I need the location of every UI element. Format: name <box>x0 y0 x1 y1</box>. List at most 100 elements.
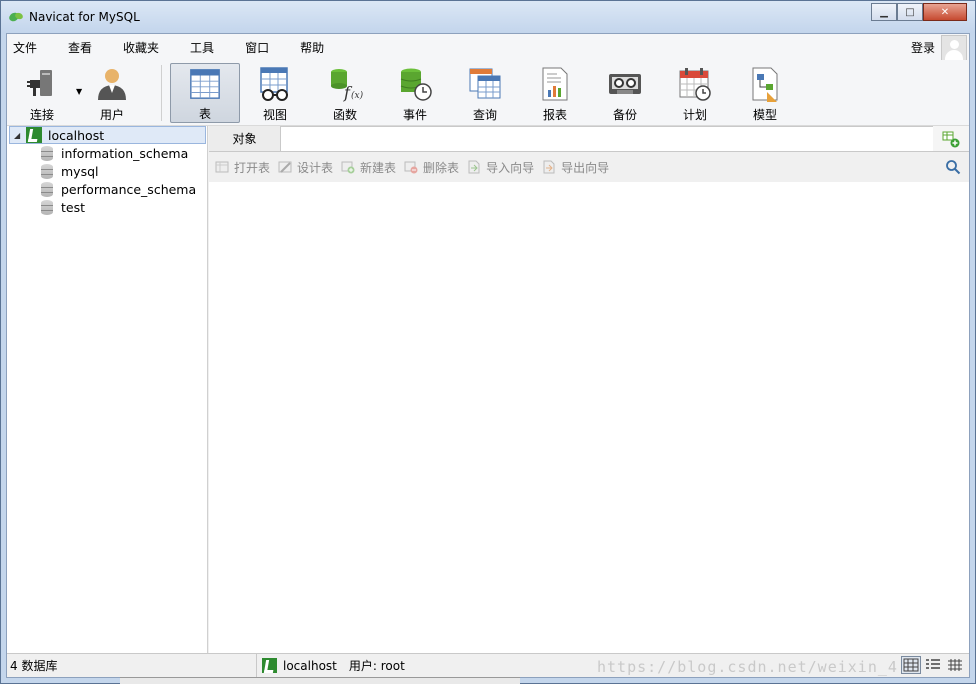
user-avatar-icon[interactable] <box>941 35 967 61</box>
export-wizard-button[interactable]: 导出向导 <box>542 159 609 176</box>
schedule-button[interactable]: 计划 <box>660 63 730 123</box>
new-tab-button[interactable] <box>933 126 969 151</box>
menu-file[interactable]: 文件 <box>7 39 49 56</box>
table-label: 表 <box>198 106 211 121</box>
mysql-connection-icon <box>26 127 42 143</box>
backup-label: 备份 <box>612 107 637 122</box>
status-connection: localhost 用户: root <box>257 657 405 674</box>
database-name: test <box>61 199 86 215</box>
object-list-area[interactable] <box>209 182 969 653</box>
search-icon[interactable] <box>945 159 961 175</box>
model-icon <box>752 67 778 102</box>
user-label: 用户 <box>99 107 124 122</box>
view-mode-switcher <box>899 656 965 674</box>
event-icon <box>400 68 432 101</box>
backup-button[interactable]: 备份 <box>590 63 660 123</box>
tree-database-item[interactable]: test <box>7 198 207 216</box>
er-diagram-icon <box>948 659 962 671</box>
status-connection-name: localhost <box>283 658 337 673</box>
status-bar: 4 数据库 localhost 用户: root https://blog.cs… <box>7 653 969 677</box>
database-name: performance_schema <box>61 181 197 197</box>
tab-bar-filler <box>281 126 933 151</box>
event-button[interactable]: 事件 <box>380 63 450 123</box>
table-button[interactable]: 表 <box>170 62 240 123</box>
menu-help[interactable]: 帮助 <box>294 39 336 56</box>
tree-database-item[interactable]: mysql <box>7 162 207 180</box>
background-window-strip <box>120 677 520 684</box>
database-icon <box>41 163 53 179</box>
title-bar[interactable]: Navicat for MySQL ▁ □ ✕ <box>1 1 975 33</box>
login-link[interactable]: 登录 <box>911 39 935 56</box>
export-icon <box>543 160 555 174</box>
connection-tree: ◢ localhost information_schema mysql per… <box>7 126 208 653</box>
menu-window[interactable]: 窗口 <box>239 39 281 56</box>
function-button[interactable]: f (x) 函数 <box>310 63 380 123</box>
view-icon <box>260 66 288 101</box>
user-icon <box>98 68 126 100</box>
view-button[interactable]: 视图 <box>240 63 310 123</box>
report-icon <box>542 67 568 100</box>
open-table-button[interactable]: 打开表 <box>215 159 270 176</box>
svg-text:(x): (x) <box>351 90 363 101</box>
detail-list-icon <box>926 659 940 669</box>
client-area: 文件 查看 收藏夹 工具 窗口 帮助 登录 连接 ▼ 用户 表 视图 f (x)… <box>6 33 970 678</box>
mysql-connection-icon <box>262 658 277 673</box>
function-label: 函数 <box>332 107 357 122</box>
delete-table-button[interactable]: 删除表 <box>404 159 459 176</box>
report-label: 报表 <box>542 107 567 122</box>
event-label: 事件 <box>402 107 427 122</box>
report-button[interactable]: 报表 <box>520 63 590 123</box>
tree-database-item[interactable]: information_schema <box>7 144 207 162</box>
menu-tools[interactable]: 工具 <box>184 39 226 56</box>
er-view-button[interactable] <box>945 656 965 674</box>
action-label: 打开表 <box>234 160 271 175</box>
action-label: 导入向导 <box>486 160 535 175</box>
delete-table-icon <box>404 161 418 174</box>
database-name: information_schema <box>61 145 189 161</box>
menu-view[interactable]: 查看 <box>62 39 104 56</box>
tab-bar: 对象 <box>209 126 969 152</box>
query-button[interactable]: 查询 <box>450 63 520 123</box>
database-name: mysql <box>61 163 99 179</box>
tree-connection-localhost[interactable]: ◢ localhost <box>9 126 206 144</box>
import-wizard-button[interactable]: 导入向导 <box>467 159 534 176</box>
tab-objects[interactable]: 对象 <box>209 126 281 151</box>
user-button[interactable]: 用户 <box>77 63 147 123</box>
app-window: Navicat for MySQL ▁ □ ✕ 文件 查看 收藏夹 工具 窗口 … <box>0 0 976 684</box>
menu-favorites[interactable]: 收藏夹 <box>117 39 171 56</box>
window-title: Navicat for MySQL <box>29 10 140 24</box>
query-label: 查询 <box>472 107 497 122</box>
database-icon <box>41 145 53 161</box>
connect-button[interactable]: 连接 ▼ <box>7 63 82 123</box>
tree-database-item[interactable]: performance_schema <box>7 180 207 198</box>
connection-name: localhost <box>48 127 105 143</box>
database-count: 4 数据库 <box>7 654 257 677</box>
object-panel: 对象 打开表 设计表 新建表 删除表 导入向导 导出向导 <box>209 126 969 653</box>
watermark-text: https://blog.csdn.net/weixin_4 <box>597 658 898 676</box>
status-user: 用户: root <box>348 659 405 673</box>
minimize-button[interactable]: ▁ <box>871 3 897 21</box>
schedule-label: 计划 <box>682 107 707 122</box>
list-view-button[interactable] <box>901 656 921 674</box>
query-icon <box>469 68 501 98</box>
function-icon: f (x) <box>331 68 363 102</box>
database-icon <box>41 181 53 197</box>
add-tab-icon <box>942 131 960 147</box>
action-label: 新建表 <box>360 160 397 175</box>
backup-icon <box>609 73 641 94</box>
new-table-icon <box>341 161 355 174</box>
design-table-button[interactable]: 设计表 <box>278 159 333 176</box>
maximize-button[interactable]: □ <box>897 3 923 21</box>
close-button[interactable]: ✕ <box>923 3 967 21</box>
caret-down-icon[interactable]: ◢ <box>14 131 26 140</box>
model-button[interactable]: 模型 <box>730 63 800 123</box>
open-table-icon <box>215 161 229 173</box>
action-label: 设计表 <box>297 160 334 175</box>
detail-view-button[interactable] <box>923 656 943 674</box>
window-controls: ▁ □ ✕ <box>871 3 967 21</box>
action-label: 导出向导 <box>561 160 610 175</box>
view-label: 视图 <box>262 107 287 122</box>
new-table-button[interactable]: 新建表 <box>341 159 396 176</box>
plug-icon <box>27 69 52 96</box>
grid-view-icon <box>903 658 919 672</box>
